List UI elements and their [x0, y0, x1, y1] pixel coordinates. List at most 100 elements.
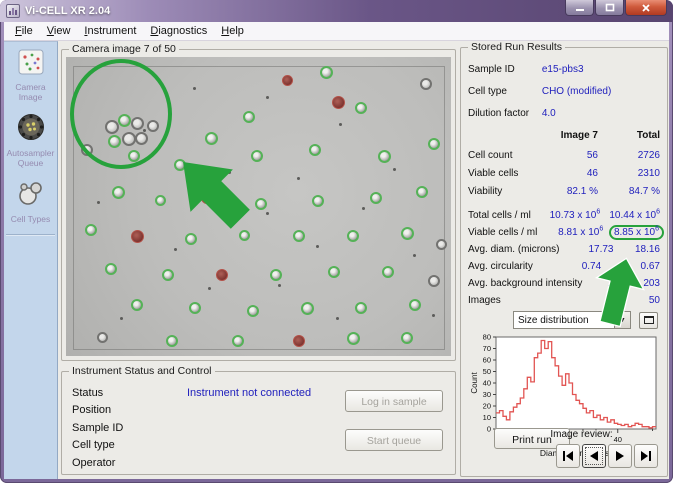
app-window: Vi-CELL XR 2.04 File View Instrument Dia…	[0, 0, 673, 483]
cell	[232, 335, 244, 347]
next-image-button[interactable]	[608, 444, 632, 468]
client-area: File View Instrument Diagnostics Help Ca…	[4, 22, 669, 479]
sidebar: Camera Image Autosampler Queue Cell Type…	[4, 41, 58, 479]
field-label: Status	[72, 387, 187, 399]
autosampler-queue-icon	[17, 113, 45, 146]
cell	[312, 195, 324, 207]
debris-speck	[413, 254, 416, 257]
svg-text:80: 80	[483, 333, 491, 342]
start-queue-button[interactable]: Start queue	[345, 429, 443, 451]
cell	[105, 263, 117, 275]
results-body: Sample ID e15-pbs3 Cell type CHO (modifi…	[468, 58, 660, 472]
field-label: Cell type	[72, 439, 187, 451]
skip-to-last-icon	[640, 450, 652, 462]
status-value: Instrument not connected	[187, 387, 311, 399]
table-row: Cell count 56 2726	[468, 146, 660, 164]
cell	[428, 138, 440, 150]
field-label: Position	[72, 404, 187, 416]
cell	[436, 239, 447, 250]
results-bottom-controls: Print run Image review:	[468, 426, 660, 470]
minimize-button[interactable]	[565, 0, 594, 16]
stored-run-results-panel: Stored Run Results Sample ID e15-pbs3 Ce…	[460, 47, 668, 477]
instrument-status-panel: Instrument Status and Control Status Ins…	[61, 371, 456, 475]
results-table-header: Image 7 Total	[468, 124, 660, 146]
cell	[370, 192, 382, 204]
sample-id-value: e15-pbs3	[542, 64, 660, 75]
table-row-highlighted: Viable cells / ml 8.81 x 106 8.85 x 106	[468, 224, 660, 241]
window-icon	[644, 316, 654, 324]
green-arrow-annotation-icon	[164, 149, 270, 245]
cell	[378, 150, 391, 163]
cell	[309, 144, 321, 156]
cell	[247, 305, 259, 317]
table-row: Total cells / ml 10.73 x 106 10.44 x 106	[468, 207, 660, 224]
workspace: Camera Image Autosampler Queue Cell Type…	[4, 41, 669, 479]
field-label: Sample ID	[72, 422, 187, 434]
svg-text:40: 40	[483, 379, 491, 388]
sidebar-item-camera-image[interactable]: Camera Image	[4, 42, 57, 106]
sidebar-divider	[6, 234, 55, 236]
window-title: Vi-CELL XR 2.04	[25, 5, 110, 17]
svg-text:30: 30	[483, 390, 491, 399]
close-button[interactable]	[625, 0, 667, 16]
column-total: Total	[598, 130, 660, 141]
cell	[320, 66, 333, 79]
field-label: Operator	[72, 457, 187, 469]
result-info-row: Sample ID e15-pbs3	[468, 58, 660, 80]
camera-panel-title: Camera image 7 of 50	[69, 43, 179, 55]
menu-instrument[interactable]: Instrument	[77, 23, 143, 39]
cell	[301, 302, 314, 315]
cell	[205, 132, 218, 145]
cluster-highlight-ellipse	[70, 59, 172, 169]
table-row: Viability 82.1 % 84.7 %	[468, 182, 660, 200]
dilution-factor-value: 4.0	[542, 108, 660, 119]
camera-image-view[interactable]	[66, 57, 451, 356]
cell	[282, 75, 293, 86]
cell-types-icon	[17, 179, 45, 212]
app-icon	[6, 4, 20, 18]
sidebar-item-autosampler-queue[interactable]: Autosampler Queue	[4, 106, 57, 172]
cell	[328, 266, 340, 278]
svg-text:60: 60	[483, 356, 491, 365]
svg-text:20: 20	[483, 402, 491, 411]
cell	[332, 96, 345, 109]
svg-text:70: 70	[483, 344, 491, 353]
camera-image-icon	[18, 49, 44, 80]
maximize-button[interactable]	[595, 0, 624, 16]
next-icon	[614, 450, 626, 462]
sidebar-item-cell-types[interactable]: Cell Types	[4, 172, 57, 228]
cell	[382, 266, 394, 278]
result-info-row: Dilution factor 4.0	[468, 102, 660, 124]
debris-speck	[97, 201, 100, 204]
cell-type-value: CHO (modified)	[542, 86, 660, 97]
svg-text:Count: Count	[470, 372, 479, 394]
expand-chart-button[interactable]	[639, 312, 658, 329]
debris-speck	[393, 168, 396, 171]
results-panel-title: Stored Run Results	[468, 41, 565, 53]
first-image-button[interactable]	[556, 444, 580, 468]
debris-speck	[336, 317, 339, 320]
menu-help[interactable]: Help	[214, 23, 251, 39]
cell	[112, 186, 125, 199]
debris-speck	[297, 177, 300, 180]
camera-image-panel: Camera image 7 of 50	[61, 49, 456, 361]
status-fields: Status Instrument not connected Position…	[72, 384, 445, 468]
status-panel-title: Instrument Status and Control	[69, 365, 215, 377]
last-image-button[interactable]	[634, 444, 658, 468]
menu-file[interactable]: File	[8, 23, 40, 39]
previous-image-button[interactable]	[582, 444, 606, 468]
cell	[401, 332, 413, 344]
table-row: Viable cells 46 2310	[468, 164, 660, 182]
menu-diagnostics[interactable]: Diagnostics	[143, 23, 214, 39]
sidebar-label-autosampler-queue: Autosampler Queue	[6, 148, 55, 168]
skip-to-first-icon	[562, 450, 574, 462]
result-info-row: Cell type CHO (modified)	[468, 80, 660, 102]
cell	[355, 302, 367, 314]
menu-view[interactable]: View	[40, 23, 78, 39]
cell	[409, 299, 421, 311]
log-in-sample-button[interactable]: Log in sample	[345, 390, 443, 412]
debris-speck	[432, 314, 435, 317]
column-image7: Image 7	[526, 130, 598, 141]
titlebar[interactable]: Vi-CELL XR 2.04	[0, 0, 673, 22]
sidebar-label-cell-types: Cell Types	[6, 214, 55, 224]
